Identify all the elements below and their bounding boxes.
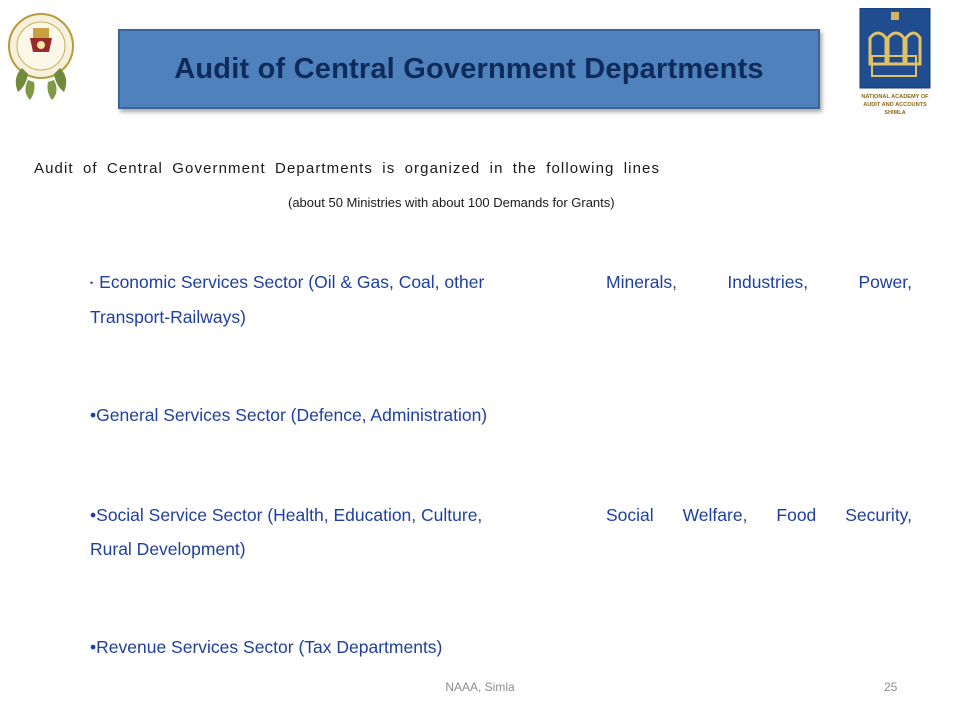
slide-title: Audit of Central Government Departments bbox=[174, 52, 764, 85]
sector-social-left: •Social Service Sector (Health, Educatio… bbox=[90, 498, 482, 532]
sector-revenue-line1: •Revenue Services Sector (Tax Department… bbox=[90, 630, 912, 664]
naaa-logo-line-1: NATIONAL ACADEMY OF bbox=[861, 94, 929, 100]
sector-social-right: Social Welfare, Food Security, bbox=[606, 498, 912, 532]
word: Security, bbox=[845, 505, 912, 525]
intro-text: Audit of Central Government Departments … bbox=[34, 160, 661, 177]
page-number: 25 bbox=[884, 680, 898, 694]
naaa-logo-line-3: SHIMLA bbox=[884, 110, 905, 116]
sector-social-line1: •Social Service Sector (Health, Educatio… bbox=[90, 498, 912, 532]
sector-economic-line2: Transport-Railways) bbox=[90, 307, 246, 328]
sector-revenue-left: •Revenue Services Sector (Tax Department… bbox=[90, 630, 442, 664]
word: Industries, bbox=[727, 272, 809, 292]
slide-title-box: Audit of Central Government Departments bbox=[118, 29, 820, 109]
footer-org: NAAA, Simla bbox=[445, 680, 515, 694]
bullet: • bbox=[90, 278, 94, 289]
cag-emblem-logo bbox=[6, 8, 76, 108]
sector-revenue: •Revenue Services Sector (Tax Department… bbox=[90, 630, 912, 664]
word: Minerals, bbox=[606, 272, 677, 292]
sector-economic-line1: • Economic Services Sector (Oil & Gas, Co… bbox=[90, 265, 912, 300]
word: Social bbox=[606, 505, 654, 525]
sector-general-text: General Services Sector (Defence, Admini… bbox=[96, 405, 488, 425]
word: Power, bbox=[858, 272, 912, 292]
sector-general: •General Services Sector (Defence, Admin… bbox=[90, 398, 912, 432]
sector-economic: • Economic Services Sector (Oil & Gas, Co… bbox=[90, 265, 912, 334]
ministries-note: (about 50 Ministries with about 100 Dema… bbox=[288, 195, 615, 210]
word: Food bbox=[776, 505, 817, 525]
naaa-logo-line-2: AUDIT AND ACCOUNTS bbox=[863, 102, 927, 108]
sector-revenue-text: Revenue Services Sector (Tax Departments… bbox=[96, 637, 443, 657]
sector-economic-right: Minerals, Industries, Power, bbox=[606, 265, 912, 300]
sector-economic-text: Economic Services Sector (Oil & Gas, Coa… bbox=[99, 272, 485, 292]
sector-social: •Social Service Sector (Health, Educatio… bbox=[90, 498, 912, 566]
word: Welfare, bbox=[682, 505, 748, 525]
sector-general-line1: •General Services Sector (Defence, Admin… bbox=[90, 398, 912, 432]
sector-economic-left: • Economic Services Sector (Oil & Gas, Co… bbox=[90, 265, 484, 300]
naaa-logo: NATIONAL ACADEMY OF AUDIT AND ACCOUNTS S… bbox=[858, 7, 932, 118]
sector-social-text: Social Service Sector (Health, Education… bbox=[96, 505, 483, 525]
sector-general-left: •General Services Sector (Defence, Admin… bbox=[90, 398, 487, 432]
sector-social-line2: Rural Development) bbox=[90, 539, 246, 559]
